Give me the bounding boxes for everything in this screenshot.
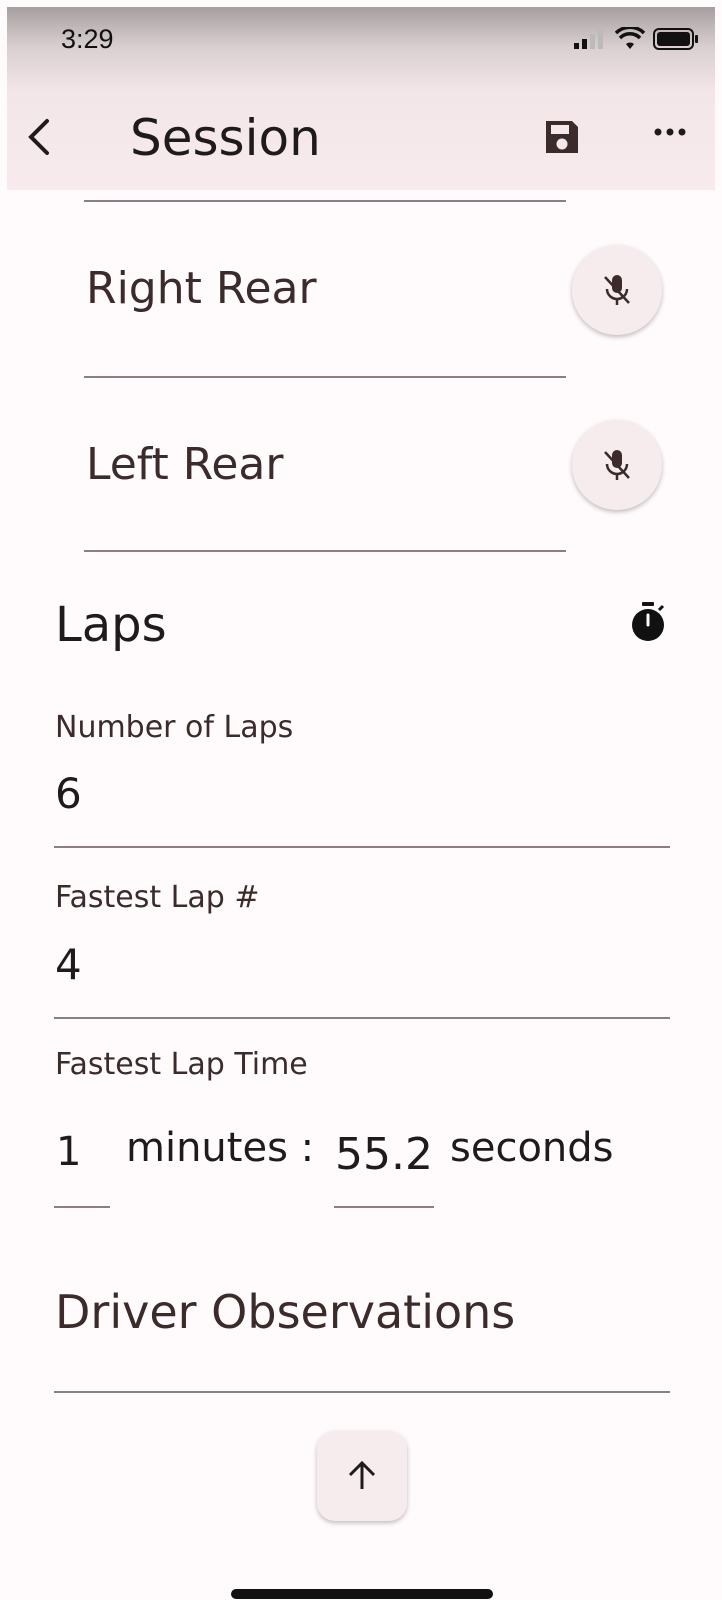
chevron-left-icon [28,119,49,155]
page-title: Session [130,109,321,167]
battery-icon [653,28,698,50]
divider [84,376,566,378]
mic-off-button-left-rear[interactable] [572,420,662,510]
mic-off-icon [604,450,630,480]
number-of-laps-input[interactable]: 6 [55,769,82,818]
fastest-lap-number-label: Fastest Lap # [55,880,260,915]
status-icons [573,27,699,51]
seconds-underline [334,1206,434,1208]
save-button[interactable] [542,117,586,161]
mic-off-icon [604,275,630,305]
seconds-input[interactable]: 55.2 [335,1129,433,1180]
tire-label-right-rear: Right Rear [86,263,317,314]
screen: 3:29 Session Right Rear Left Rear Laps N… [7,7,715,1600]
input-underline [54,1391,670,1393]
stopwatch-icon [632,602,665,641]
stopwatch-button[interactable] [629,601,667,643]
input-underline [54,846,670,848]
app-bar: 3:29 Session [7,7,715,190]
fastest-lap-number-input[interactable]: 4 [55,940,82,989]
input-underline [54,1017,670,1019]
driver-observations-field[interactable]: Driver Observations [55,1285,515,1339]
signal-icon [574,29,603,49]
divider [84,550,566,552]
back-button[interactable] [21,117,61,157]
more-button[interactable] [650,122,690,152]
tire-label-left-rear: Left Rear [86,439,284,490]
wifi-icon [615,27,645,49]
number-of-laps-label: Number of Laps [55,710,294,745]
seconds-unit-label: seconds [450,1125,614,1171]
fastest-lap-time-label: Fastest Lap Time [55,1047,308,1082]
mic-off-button-right-rear[interactable] [572,245,662,335]
arrow-up-icon [348,1460,376,1489]
minutes-input[interactable]: 1 [56,1129,81,1175]
save-icon [546,121,578,153]
status-time: 3:29 [61,24,114,54]
more-horizontal-icon [654,128,686,136]
scroll-to-top-button[interactable] [317,1431,407,1521]
home-indicator [231,1589,493,1599]
divider [84,200,566,202]
laps-section-title: Laps [55,597,167,653]
minutes-unit-label: minutes : [126,1125,315,1171]
minutes-underline [54,1206,110,1208]
